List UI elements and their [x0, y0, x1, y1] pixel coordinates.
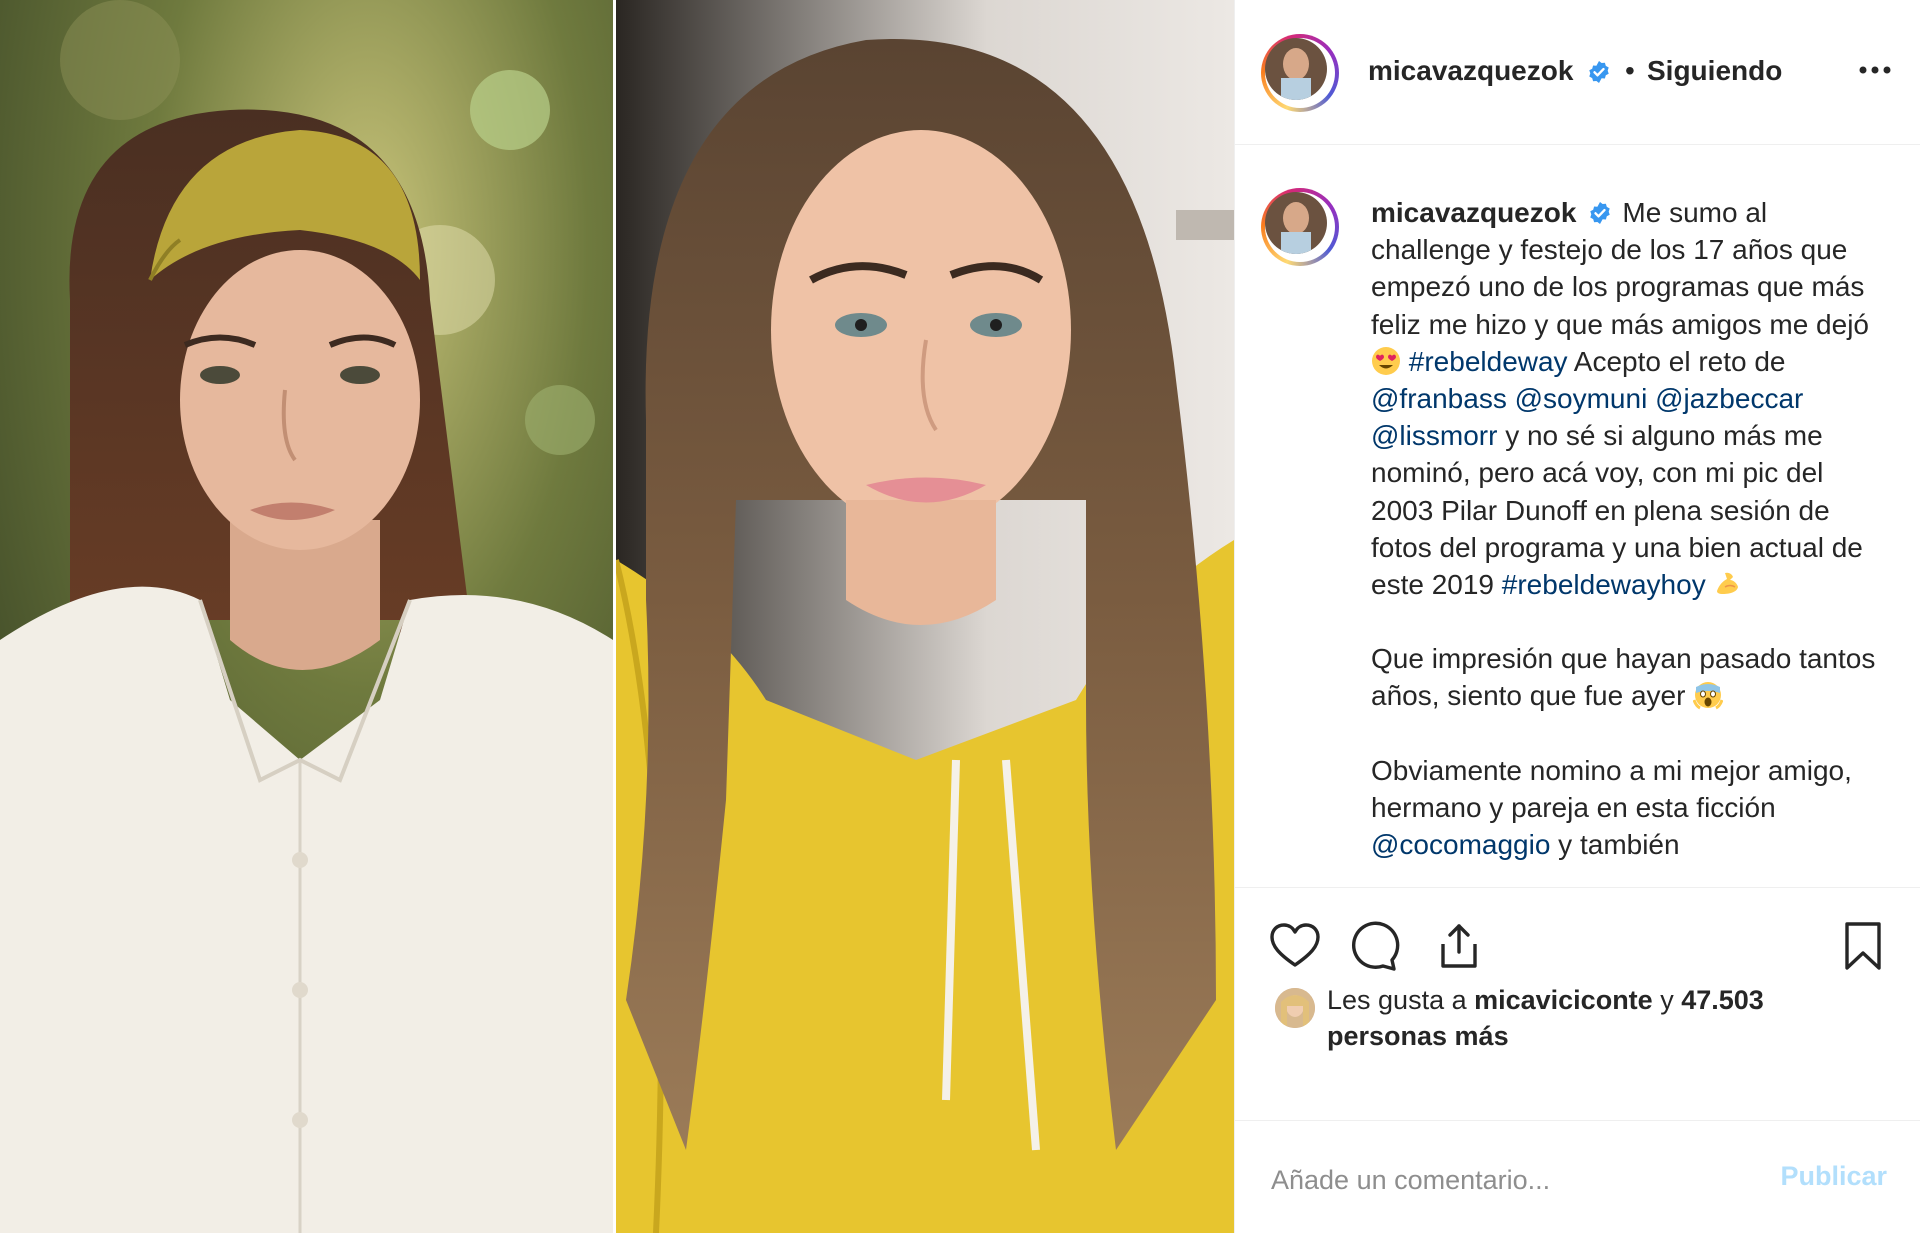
heart-eyes-emoji-icon: [1372, 346, 1400, 375]
mention-lissmorr[interactable]: @lissmorr: [1371, 420, 1497, 451]
verified-badge-icon: [1590, 202, 1611, 224]
caption-text-part: Acepto el reto de: [1567, 345, 1786, 377]
author-avatar[interactable]: [1261, 34, 1339, 112]
more-options-icon[interactable]: [1855, 52, 1895, 88]
publish-button[interactable]: Publicar: [1780, 1161, 1887, 1192]
likes-prefix: Les gusta a: [1327, 985, 1475, 1015]
follow-separator: •: [1625, 55, 1635, 86]
bookmark-icon[interactable]: [1835, 918, 1891, 974]
caption-paragraph-1: micavazquezok Me sumo al challenge y fest…: [1371, 194, 1891, 603]
mention-franbass[interactable]: @franbass: [1371, 383, 1507, 414]
caption-paragraph-2: Que impresión que hayan pasado tantos añ…: [1371, 640, 1891, 714]
post-actions: Les gusta a micaviciconte y 47.503 perso…: [1235, 887, 1920, 1122]
caption-text-part: y también: [1550, 829, 1680, 861]
post-sidebar: micavazquezok • Siguiendo micavazquezok M…: [1234, 0, 1920, 1233]
liker-avatar[interactable]: [1275, 988, 1315, 1028]
young-portrait-photo: [0, 0, 613, 1233]
caption-paragraph-3: Obviamente nomino a mi mejor amigo, herm…: [1371, 752, 1891, 864]
comment-input[interactable]: [1269, 1159, 1793, 1201]
likes-conjunction: y: [1652, 985, 1682, 1015]
post-media[interactable]: [0, 0, 1234, 1233]
post-header: micavazquezok • Siguiendo: [1235, 0, 1920, 145]
heart-icon[interactable]: [1267, 918, 1323, 974]
comment-bar: Publicar: [1235, 1120, 1920, 1233]
caption-author-avatar[interactable]: [1261, 188, 1339, 266]
caption-text: micavazquezok Me sumo al challenge y fest…: [1371, 194, 1891, 863]
following-button[interactable]: Siguiendo: [1647, 55, 1782, 87]
share-icon[interactable]: [1431, 918, 1487, 974]
author-username[interactable]: micavazquezok: [1368, 55, 1573, 87]
comment-icon[interactable]: [1347, 918, 1403, 974]
mention-jazbeccar[interactable]: @jazbeccar: [1655, 383, 1803, 414]
mention-soymuni[interactable]: @soymuni: [1515, 383, 1648, 414]
caption-text-part: Que impresión que hayan pasado tantos añ…: [1371, 643, 1876, 712]
verified-badge-icon: [1589, 61, 1609, 83]
likes-summary: Les gusta a micaviciconte y 47.503 perso…: [1327, 982, 1847, 1054]
hashtag-rebeldeway[interactable]: #rebeldeway: [1409, 346, 1568, 377]
caption-username[interactable]: micavazquezok: [1371, 197, 1576, 228]
screaming-face-emoji-icon: [1693, 682, 1724, 710]
flexed-biceps-emoji-icon: [1717, 572, 1739, 595]
mention-cocomaggio[interactable]: @cocomaggio: [1371, 829, 1550, 860]
caption-text-part: Obviamente nomino a mi mejor amigo, herm…: [1371, 754, 1852, 823]
caption-section: micavazquezok Me sumo al challenge y fest…: [1235, 146, 1920, 886]
current-selfie-photo: [616, 0, 1234, 1233]
hashtag-rebeldewayhoy[interactable]: #rebeldewayhoy: [1502, 569, 1706, 600]
liker-username[interactable]: micaviciconte: [1474, 985, 1653, 1015]
